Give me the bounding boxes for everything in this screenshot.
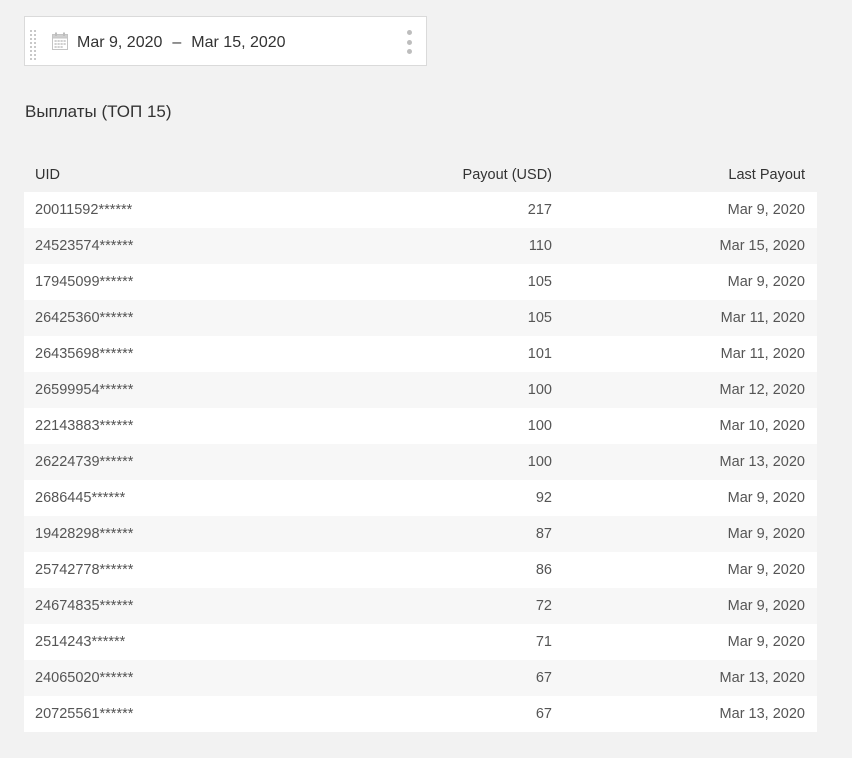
cell-last-payout: Mar 9, 2020 [727, 490, 805, 506]
cell-uid: 20011592****** [35, 202, 133, 218]
table-row: 19428298****** 87 Mar 9, 2020 [24, 516, 817, 552]
table-body: 20011592****** 217 Mar 9, 2020 24523574*… [24, 192, 817, 732]
cell-uid: 2514243****** [35, 634, 126, 650]
cell-payout: 105 [527, 310, 552, 326]
cell-last-payout: Mar 11, 2020 [720, 310, 805, 326]
cell-payout: 100 [527, 382, 552, 398]
table-row: 24523574****** 110 Mar 15, 2020 [24, 228, 817, 264]
date-range-start: Mar 9, 2020 [77, 34, 163, 51]
cell-last-payout: Mar 15, 2020 [719, 238, 805, 254]
cell-uid: 24674835****** [35, 598, 134, 614]
cell-uid: 26599954****** [35, 382, 134, 398]
table-row: 17945099****** 105 Mar 9, 2020 [24, 264, 817, 300]
cell-last-payout: Mar 9, 2020 [727, 202, 805, 218]
cell-last-payout: Mar 13, 2020 [719, 670, 805, 686]
cell-uid: 22143883****** [35, 418, 134, 434]
cell-uid: 19428298****** [35, 526, 134, 542]
cell-uid: 24065020****** [35, 670, 134, 686]
date-range-control[interactable]: Mar 9, 2020– Mar 15, 2020 [24, 16, 427, 66]
cell-payout: 92 [535, 490, 552, 506]
column-header-payout[interactable]: Payout (USD) [324, 167, 552, 183]
calendar-icon [52, 32, 68, 50]
table-row: 2686445****** 92 Mar 9, 2020 [24, 480, 817, 516]
table-row: 2514243****** 71 Mar 9, 2020 [24, 624, 817, 660]
cell-payout: 100 [527, 418, 552, 434]
table-row: 24674835****** 72 Mar 9, 2020 [24, 588, 817, 624]
table-row: 26599954****** 100 Mar 12, 2020 [24, 372, 817, 408]
table-row: 22143883****** 100 Mar 10, 2020 [24, 408, 817, 444]
cell-uid: 24523574****** [35, 238, 134, 254]
cell-payout: 110 [528, 238, 552, 254]
column-header-last-payout[interactable]: Last Payout [552, 167, 817, 183]
cell-last-payout: Mar 11, 2020 [720, 346, 805, 362]
table-row: 24065020****** 67 Mar 13, 2020 [24, 660, 817, 696]
table-header: UID Payout (USD) Last Payout [24, 158, 817, 192]
cell-uid: 26435698****** [35, 346, 134, 362]
table-row: 26425360****** 105 Mar 11, 2020 [24, 300, 817, 336]
cell-payout: 67 [535, 706, 552, 722]
cell-last-payout: Mar 13, 2020 [719, 706, 805, 722]
cell-payout: 67 [535, 670, 552, 686]
table-row: 25742778****** 86 Mar 9, 2020 [24, 552, 817, 588]
cell-uid: 20725561****** [35, 706, 134, 722]
column-header-uid[interactable]: UID [24, 167, 324, 183]
cell-last-payout: Mar 9, 2020 [727, 526, 805, 542]
table-row: 20725561****** 67 Mar 13, 2020 [24, 696, 817, 732]
table-row: 26224739****** 100 Mar 13, 2020 [24, 444, 817, 480]
cell-uid: 26425360****** [35, 310, 134, 326]
more-vertical-icon[interactable] [406, 30, 412, 54]
cell-uid: 17945099****** [35, 274, 134, 290]
cell-payout: 101 [527, 346, 552, 362]
cell-last-payout: Mar 9, 2020 [727, 634, 805, 650]
cell-uid: 25742778****** [35, 562, 134, 578]
cell-payout: 86 [535, 562, 552, 578]
drag-handle-icon[interactable] [30, 30, 36, 60]
cell-last-payout: Mar 10, 2020 [719, 418, 805, 434]
section-title: Выплаты (ТОП 15) [25, 102, 172, 121]
cell-payout: 105 [527, 274, 552, 290]
cell-payout: 87 [535, 526, 552, 542]
cell-last-payout: Mar 9, 2020 [727, 598, 805, 614]
date-range-text[interactable]: Mar 9, 2020– Mar 15, 2020 [77, 17, 286, 67]
cell-payout: 71 [535, 634, 552, 650]
cell-last-payout: Mar 9, 2020 [727, 562, 805, 578]
cell-payout: 72 [535, 598, 552, 614]
cell-payout: 217 [527, 202, 552, 218]
date-range-separator: – [172, 34, 182, 51]
date-range-end: Mar 15, 2020 [191, 34, 286, 51]
payout-table: UID Payout (USD) Last Payout 20011592***… [24, 158, 817, 732]
cell-last-payout: Mar 13, 2020 [719, 454, 805, 470]
cell-payout: 100 [527, 454, 552, 470]
cell-uid: 26224739****** [35, 454, 134, 470]
cell-uid: 2686445****** [35, 490, 126, 506]
table-row: 20011592****** 217 Mar 9, 2020 [24, 192, 817, 228]
cell-last-payout: Mar 12, 2020 [719, 382, 805, 398]
table-row: 26435698****** 101 Mar 11, 2020 [24, 336, 817, 372]
cell-last-payout: Mar 9, 2020 [727, 274, 805, 290]
